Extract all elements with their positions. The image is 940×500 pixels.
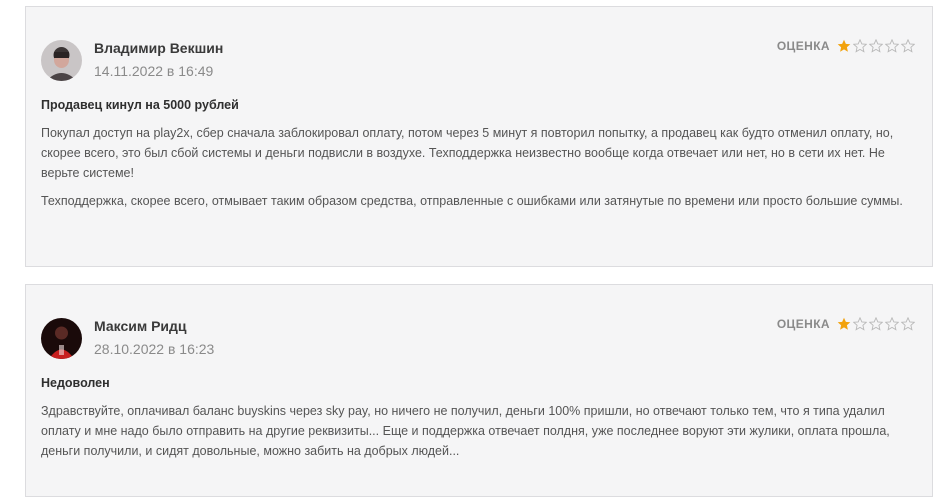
star-empty-icon	[885, 317, 899, 331]
review-paragraph: Здравствуйте, оплачивал баланс buyskins …	[41, 404, 890, 458]
review-title: Недоволен	[41, 376, 110, 390]
star-empty-icon	[869, 317, 883, 331]
review-date: 14.11.2022 в 16:49	[94, 63, 214, 79]
rating: ОЦЕНКА	[777, 317, 915, 331]
review-body: Покупал доступ на play2x, сбер сначала з…	[41, 123, 913, 219]
author-name[interactable]: Максим Ридц	[94, 318, 187, 334]
star-empty-icon	[901, 317, 915, 331]
author-name[interactable]: Владимир Векшин	[94, 40, 223, 56]
review-paragraph: Покупал доступ на play2x, сбер сначала з…	[41, 126, 894, 180]
star-empty-icon	[885, 39, 899, 53]
star-filled-icon	[837, 317, 851, 330]
review-date: 28.10.2022 в 16:23	[94, 341, 215, 357]
review-card: Владимир Векшин 14.11.2022 в 16:49 ОЦЕНК…	[25, 6, 933, 267]
star-empty-icon	[853, 317, 867, 331]
star-empty-icon	[869, 39, 883, 53]
rating-stars	[837, 39, 915, 53]
rating-label: ОЦЕНКА	[776, 39, 830, 53]
star-filled-icon	[837, 39, 851, 52]
avatar[interactable]	[41, 318, 82, 359]
star-empty-icon	[901, 39, 915, 53]
star-empty-icon	[853, 39, 867, 53]
rating-label: ОЦЕНКА	[776, 317, 830, 331]
review-card: Максим Ридц 28.10.2022 в 16:23 ОЦЕНКА Не…	[25, 284, 933, 497]
rating: ОЦЕНКА	[777, 39, 915, 53]
review-body: Здравствуйте, оплачивал баланс buyskins …	[41, 401, 913, 469]
review-paragraph: Техподдержка, скорее всего, отмывает так…	[41, 194, 903, 208]
review-title: Продавец кинул на 5000 рублей	[41, 98, 239, 112]
rating-stars	[837, 317, 915, 331]
avatar[interactable]	[41, 40, 82, 81]
